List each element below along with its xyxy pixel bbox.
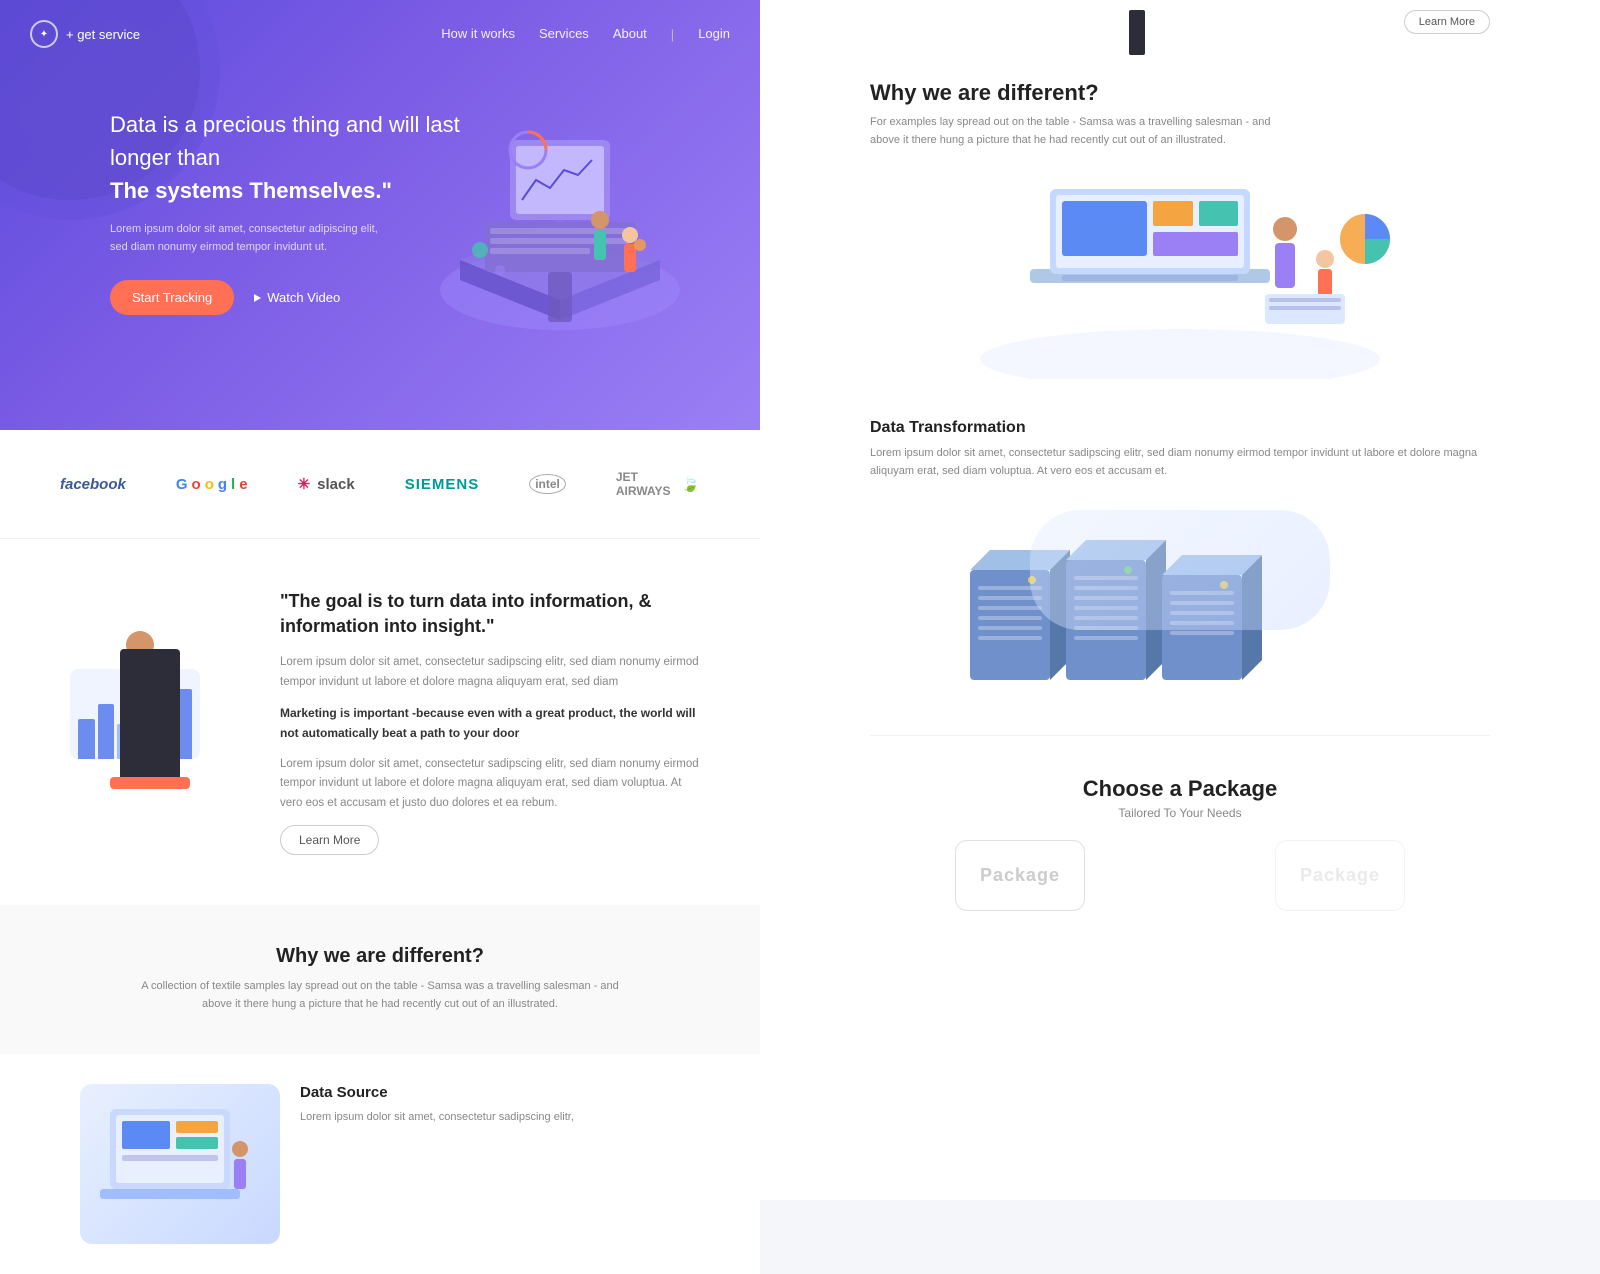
top-learn-more-button[interactable]: Learn More bbox=[1404, 10, 1490, 34]
watch-video-button[interactable]: Watch Video bbox=[254, 290, 340, 305]
package-title: Choose a Package bbox=[870, 776, 1490, 802]
right-panel: Learn More Why we are different? For exa… bbox=[760, 0, 1600, 1200]
bar-1 bbox=[78, 719, 95, 759]
brand-siemens: SIEMENS bbox=[405, 476, 480, 493]
jetairways-icon: 🍃 bbox=[681, 475, 700, 493]
hero-title-normal: Data is a precious thing and will last l… bbox=[110, 112, 460, 170]
why-different-section: Why we are different? A collection of te… bbox=[0, 905, 760, 1053]
nav-link-services[interactable]: Services bbox=[539, 26, 589, 41]
logo: ✦ + get service bbox=[30, 20, 140, 48]
right-why-section: Why we are different? For examples lay s… bbox=[870, 60, 1490, 159]
hero-buttons: Start Tracking Watch Video bbox=[110, 280, 680, 315]
siemens-text: SIEMENS bbox=[405, 476, 480, 493]
google-l: l bbox=[231, 476, 235, 493]
logo-icon: ✦ bbox=[30, 20, 58, 48]
datasource-illustration bbox=[80, 1084, 280, 1244]
package-cards: Package Package bbox=[870, 840, 1490, 911]
quote-illustration bbox=[60, 589, 240, 789]
quote-marketing: Marketing is important -because even wit… bbox=[280, 704, 700, 742]
hero-description: Lorem ipsum dolor sit amet, consectetur … bbox=[110, 221, 390, 256]
package-subtitle: Tailored To Your Needs bbox=[870, 806, 1490, 820]
laptop-illustration-wrap bbox=[870, 159, 1490, 399]
intel-logo: intel bbox=[529, 474, 566, 494]
brands-section: facebook Google ✳ slack SIEMENS intel JE… bbox=[0, 430, 760, 539]
brand-intel: intel bbox=[529, 474, 566, 494]
bar-2 bbox=[98, 704, 115, 759]
google-o2: o bbox=[205, 476, 214, 493]
brand-facebook: facebook bbox=[60, 476, 126, 493]
nav-link-about[interactable]: About bbox=[613, 26, 647, 41]
partial-figure bbox=[870, 10, 1404, 70]
datasource-content: Data Source Lorem ipsum dolor sit amet, … bbox=[300, 1084, 574, 1127]
data-source-section: Data Source Lorem ipsum dolor sit amet, … bbox=[0, 1054, 760, 1274]
nav-item-services[interactable]: Services bbox=[539, 25, 589, 43]
dt-title: Data Transformation bbox=[870, 419, 1490, 437]
navigation: ✦ + get service How it works Services Ab… bbox=[0, 0, 760, 68]
brand-slack: ✳ slack bbox=[298, 475, 355, 493]
brand-google: Google bbox=[176, 476, 248, 493]
package-card-1: Package bbox=[955, 840, 1085, 911]
quote-title: "The goal is to turn data into informati… bbox=[280, 589, 700, 639]
laptop-svg bbox=[970, 179, 1390, 379]
left-panel: ✦ + get service How it works Services Ab… bbox=[0, 0, 760, 1274]
divider bbox=[870, 735, 1490, 736]
package-card-2: Package bbox=[1275, 840, 1405, 911]
brand-jetairways: JET AIRWAYS 🍃 bbox=[616, 470, 700, 498]
server-illustration-wrap bbox=[870, 500, 1490, 725]
nav-divider: | bbox=[671, 27, 674, 42]
cloud-bg bbox=[1030, 510, 1330, 630]
page-wrapper: ✦ + get service How it works Services Ab… bbox=[0, 0, 1600, 1200]
globe-icon: ✦ bbox=[40, 29, 48, 40]
hero-title-bold: The systems Themselves." bbox=[110, 178, 392, 203]
why-title: Why we are different? bbox=[60, 945, 700, 968]
data-transformation-section: Data Transformation Lorem ipsum dolor si… bbox=[870, 399, 1490, 500]
nav-link-how[interactable]: How it works bbox=[441, 26, 515, 41]
watch-video-label: Watch Video bbox=[267, 290, 340, 305]
facebook-logo: facebook bbox=[60, 476, 126, 493]
google-e: e bbox=[239, 476, 247, 493]
google-g: G bbox=[176, 476, 188, 493]
right-inner: Learn More Why we are different? For exa… bbox=[820, 0, 1540, 941]
package-section: Choose a Package Tailored To Your Needs … bbox=[870, 746, 1490, 941]
jetairways-text: JET AIRWAYS bbox=[616, 470, 674, 498]
slack-text: slack bbox=[317, 476, 355, 493]
google-o1: o bbox=[192, 476, 201, 493]
right-why-title: Why we are different? bbox=[870, 80, 1490, 106]
quote-body1: Lorem ipsum dolor sit amet, consectetur … bbox=[280, 653, 700, 692]
quote-body2: Lorem ipsum dolor sit amet, consectetur … bbox=[280, 755, 700, 814]
learn-more-button[interactable]: Learn More bbox=[280, 825, 379, 855]
right-why-description: For examples lay spread out on the table… bbox=[870, 114, 1290, 149]
package-name-2: Package bbox=[1300, 865, 1380, 885]
play-icon bbox=[254, 294, 261, 302]
nav-item-how[interactable]: How it works bbox=[441, 25, 515, 43]
figure-base bbox=[110, 777, 190, 789]
hero-title: Data is a precious thing and will last l… bbox=[110, 108, 490, 207]
quote-content: "The goal is to turn data into informati… bbox=[280, 589, 700, 855]
datasource-description: Lorem ipsum dolor sit amet, consectetur … bbox=[300, 1109, 574, 1127]
partial-top-section: Learn More bbox=[870, 0, 1490, 60]
datasource-svg bbox=[90, 1089, 270, 1239]
why-description: A collection of textile samples lay spre… bbox=[130, 978, 630, 1013]
logo-text: + get service bbox=[66, 27, 140, 42]
nav-links: How it works Services About | Login bbox=[441, 25, 730, 43]
package-name-1: Package bbox=[980, 865, 1060, 885]
dt-description: Lorem ipsum dolor sit amet, consectetur … bbox=[870, 445, 1490, 480]
quote-section: "The goal is to turn data into informati… bbox=[0, 539, 760, 905]
google-g2: g bbox=[218, 476, 227, 493]
nav-item-login[interactable]: Login bbox=[698, 25, 730, 43]
hero-section: ✦ + get service How it works Services Ab… bbox=[0, 0, 760, 430]
partial-figure-svg bbox=[1107, 10, 1167, 70]
slack-icon: ✳ bbox=[298, 475, 311, 493]
nav-item-about[interactable]: About bbox=[613, 25, 647, 43]
datasource-title: Data Source bbox=[300, 1084, 574, 1101]
start-tracking-button[interactable]: Start Tracking bbox=[110, 280, 234, 315]
nav-link-login[interactable]: Login bbox=[698, 26, 730, 41]
hero-content: Data is a precious thing and will last l… bbox=[0, 68, 760, 315]
figure-body bbox=[120, 649, 180, 789]
